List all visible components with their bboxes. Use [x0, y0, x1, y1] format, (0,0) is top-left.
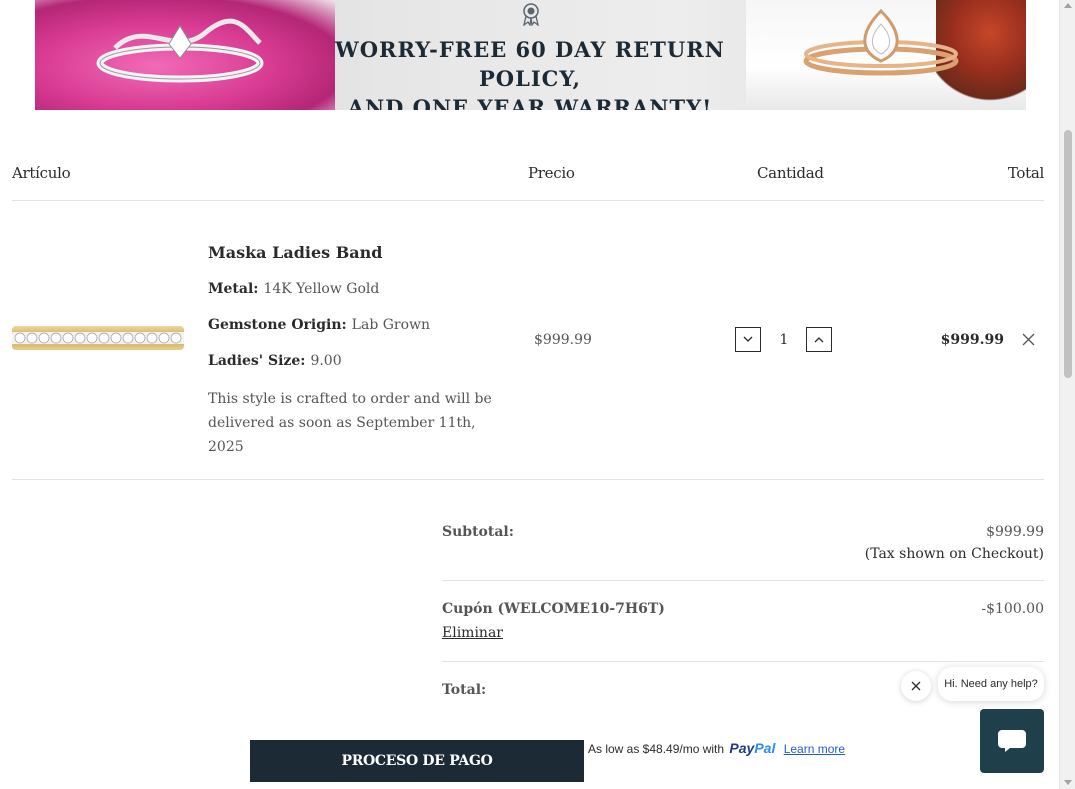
paypal-learn-more-link[interactable]: Learn more	[784, 742, 845, 756]
banner-ring-right-image	[803, 8, 959, 76]
tax-note: (Tax shown on Checkout)	[864, 546, 1044, 562]
attribute-value: 14K Yellow Gold	[263, 281, 380, 297]
column-header-quantity: Cantidad	[757, 164, 824, 182]
close-icon	[911, 681, 921, 691]
checkout-button[interactable]: PROCESO DE PAGO	[250, 740, 584, 782]
coupon-label: Cupón (WELCOME10-7H6T)	[442, 601, 665, 617]
attribute-metal: Metal: 14K Yellow Gold	[208, 281, 379, 297]
coupon-discount-value: -$100.00	[981, 601, 1044, 617]
paypal-logo-pal: Pal	[754, 740, 776, 756]
banner-line-1: WORRY-FREE 60 DAY RETURN POLICY,	[335, 37, 725, 91]
paypal-logo-icon: PayPal	[729, 740, 775, 756]
scroll-down-arrow-icon[interactable]	[1064, 780, 1072, 785]
column-header-item: Artículo	[12, 164, 71, 182]
product-image[interactable]	[12, 320, 184, 356]
quantity-decrease-button[interactable]	[735, 327, 761, 352]
quantity-value[interactable]: 1	[774, 332, 794, 348]
line-total: $999.99	[940, 332, 1004, 348]
header-divider	[12, 200, 1044, 201]
product-name[interactable]: Maska Ladies Band	[208, 243, 382, 262]
banner-line-2: AND ONE YEAR WARRANTY!	[347, 95, 713, 110]
quantity-increase-button[interactable]	[806, 327, 832, 352]
chevron-down-icon	[743, 336, 753, 342]
banner-ring-left-image	[96, 18, 264, 83]
unit-price: $999.99	[534, 332, 592, 348]
subtotal-value: $999.99	[986, 524, 1044, 540]
chat-greeting-bubble[interactable]: Hi. Need any help?	[938, 667, 1044, 701]
scroll-up-arrow-icon[interactable]	[1064, 3, 1072, 8]
delivery-note: This style is crafted to order and will …	[208, 391, 492, 455]
total-label: Total:	[442, 682, 487, 698]
paypal-logo-pay: Pay	[729, 740, 755, 756]
remove-item-close-icon[interactable]	[1022, 333, 1035, 346]
attribute-label: Gemstone Origin:	[208, 317, 347, 333]
summary-divider-1	[442, 580, 1044, 581]
attribute-label: Metal:	[208, 281, 259, 297]
attribute-value: Lab Grown	[351, 317, 431, 333]
chat-dismiss-button[interactable]	[901, 671, 931, 701]
paypal-financing-message: As low as $48.49/mo with PayPal Learn mo…	[588, 740, 845, 756]
remove-coupon-link[interactable]: Eliminar	[442, 625, 503, 641]
column-header-price: Precio	[528, 164, 575, 182]
summary-divider-2	[442, 661, 1044, 662]
attribute-gemstone-origin: Gemstone Origin: Lab Grown	[208, 317, 430, 333]
chevron-up-icon	[814, 337, 824, 343]
attribute-value: 9.00	[310, 353, 342, 369]
award-ribbon-icon	[523, 3, 539, 26]
paypal-financing-text: As low as $48.49/mo with	[588, 742, 725, 756]
page-scrollbar[interactable]	[1059, 0, 1075, 789]
column-header-total: Total	[1007, 164, 1044, 182]
subtotal-label: Subtotal:	[442, 524, 514, 540]
chat-launcher-button[interactable]	[980, 709, 1044, 773]
item-divider	[12, 479, 1044, 480]
scrollbar-thumb[interactable]	[1064, 130, 1072, 378]
chat-icon	[998, 730, 1026, 752]
attribute-ladies-size: Ladies' Size: 9.00	[208, 353, 342, 369]
attribute-label: Ladies' Size:	[208, 353, 306, 369]
banner-headline: WORRY-FREE 60 DAY RETURN POLICY, AND ONE…	[305, 35, 755, 110]
promo-banner[interactable]: WORRY-FREE 60 DAY RETURN POLICY, AND ONE…	[35, 0, 1026, 110]
